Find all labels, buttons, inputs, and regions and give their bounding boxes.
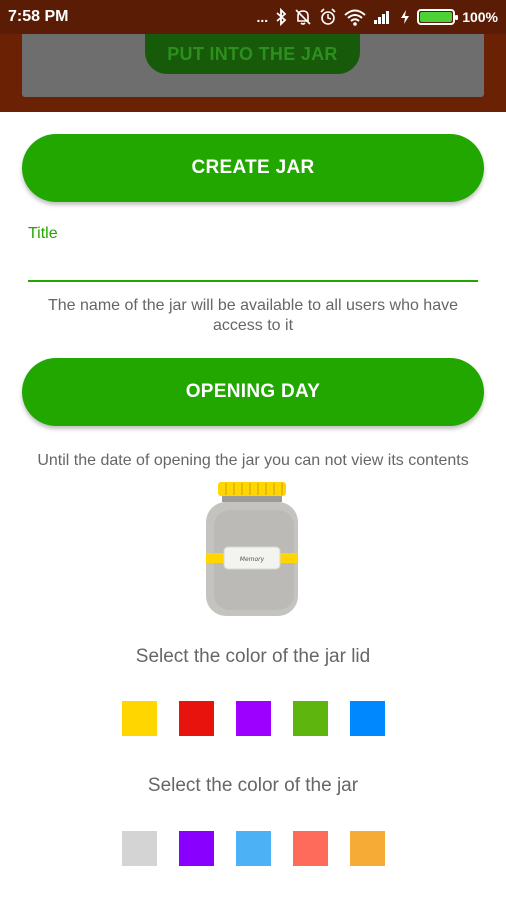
title-hint: The name of the jar will be available to… — [48, 297, 458, 334]
status-icons: ... 100% — [257, 8, 498, 26]
background-app: PUT INTO THE JAR — [0, 34, 506, 112]
jar-neck — [222, 496, 282, 502]
jar-preview: Memory — [206, 482, 298, 616]
lid-color-swatch-5[interactable] — [349, 701, 385, 736]
title-label: Title — [28, 225, 58, 242]
jar-color-swatch-2[interactable] — [178, 831, 214, 866]
status-bar: 7:58 PM ... 100% — [0, 0, 506, 34]
jar-color-options — [0, 831, 506, 866]
jar-color-swatch-4[interactable] — [292, 831, 328, 866]
signal-icon — [373, 9, 393, 25]
lid-color-options — [0, 701, 506, 736]
notification-dots: ... — [256, 9, 269, 25]
jar-label-text: Memory — [240, 556, 265, 563]
battery-percent: 100% — [462, 9, 498, 25]
create-jar-sheet: CREATE JAR Title The name of the jar wil… — [0, 112, 506, 900]
opening-hint: Until the date of opening the jar you ca… — [37, 452, 469, 469]
lid-color-title: Select the color of the jar lid — [135, 646, 371, 667]
create-jar-button[interactable]: CREATE JAR — [22, 134, 484, 202]
put-into-jar-button: PUT INTO THE JAR — [145, 34, 360, 74]
status-time: 7:58 PM — [8, 8, 69, 25]
lid-color-swatch-4[interactable] — [292, 701, 328, 736]
mute-icon — [294, 8, 312, 26]
title-input[interactable] — [28, 248, 478, 282]
wifi-icon — [344, 9, 366, 26]
lid-color-swatch-1[interactable] — [121, 701, 157, 736]
lid-color-swatch-2[interactable] — [178, 701, 214, 736]
jar-lid — [218, 482, 286, 496]
charging-icon — [400, 9, 410, 25]
alarm-icon — [319, 8, 337, 26]
jar-color-swatch-1[interactable] — [121, 831, 157, 866]
jar-color-swatch-5[interactable] — [349, 831, 385, 866]
battery-icon — [417, 9, 459, 25]
jar-color-swatch-3[interactable] — [235, 831, 271, 866]
jar-color-title: Select the color of the jar — [147, 775, 359, 796]
lid-color-swatch-3[interactable] — [235, 701, 271, 736]
bluetooth-icon — [275, 8, 287, 26]
opening-day-button[interactable]: OPENING DAY — [22, 358, 484, 426]
